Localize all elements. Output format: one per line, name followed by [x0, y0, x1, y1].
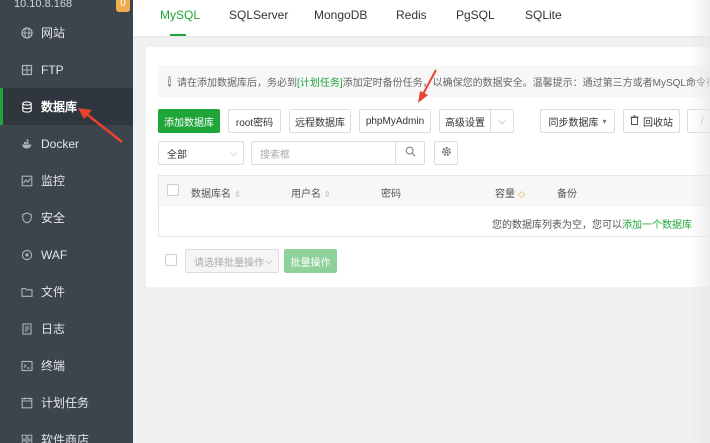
- trash-icon: [630, 114, 639, 128]
- caret-down-icon: ▾: [602, 116, 607, 126]
- database-table: 数据库名 ⇕ 用户名 ⇕ 密码 容量 ◇ 备份 您的数据库列表为空，您可以添加一个数据…: [158, 175, 710, 237]
- gear-icon: [441, 146, 452, 160]
- notification-badge[interactable]: 0: [116, 0, 130, 12]
- folder-icon: [21, 286, 33, 298]
- header-password: 密码: [381, 189, 401, 200]
- annotation-arrow-top: [418, 69, 437, 103]
- advanced-settings-button[interactable]: 高级设置: [439, 109, 491, 133]
- search-button[interactable]: [395, 141, 425, 165]
- sort-icon: ⇕: [324, 190, 331, 199]
- chevron-down-icon: ⌵: [498, 115, 506, 127]
- server-ip: 10.10.8.168: [14, 0, 73, 10]
- ftp-icon: [21, 64, 33, 76]
- notice-text-pre: 请在添加数据库后，务必到: [177, 77, 298, 89]
- sync-database-label: 同步数据库: [548, 117, 599, 129]
- header-capacity-label: 容量: [495, 189, 515, 200]
- remote-database-button[interactable]: 远程数据库: [289, 109, 351, 133]
- header-username[interactable]: 用户名 ⇕: [291, 185, 331, 200]
- sidebar-item-files[interactable]: 文件: [0, 273, 133, 310]
- sidebar-item-website[interactable]: 网站: [0, 14, 133, 51]
- add-database-button[interactable]: 添加数据库: [158, 109, 220, 133]
- recycle-bin-label: 回收站: [643, 117, 673, 129]
- table-header: 数据库名 ⇕ 用户名 ⇕ 密码 容量 ◇ 备份: [159, 176, 710, 206]
- batch-action-button[interactable]: 批量操作: [284, 249, 337, 273]
- annotation-arrow-left: [78, 108, 123, 143]
- tab-redis[interactable]: Redis: [396, 8, 427, 22]
- terminal-icon: [21, 360, 33, 372]
- tab-sqlite[interactable]: SQLite: [525, 8, 562, 22]
- sidebar-item-label: FTP: [41, 62, 64, 77]
- active-tab-indicator: [170, 34, 186, 36]
- sidebar-item-ftp[interactable]: FTP: [0, 51, 133, 88]
- root-password-button[interactable]: root密码: [228, 109, 281, 133]
- monitor-icon: [21, 175, 33, 187]
- batch-select-checkbox[interactable]: [165, 254, 177, 266]
- tab-sqlserver[interactable]: SQLServer: [229, 8, 288, 22]
- add-database-link[interactable]: 添加一个数据库: [622, 220, 692, 231]
- sidebar-item-label: 日志: [41, 322, 66, 336]
- clock-icon: [21, 397, 33, 409]
- waf-icon: [21, 249, 33, 261]
- sidebar-item-waf[interactable]: WAF: [0, 236, 133, 273]
- notice-cron-link[interactable]: [计划任务]: [297, 74, 343, 89]
- category-select-value: 全部: [167, 149, 187, 161]
- recycle-bin-button[interactable]: 回收站: [623, 109, 680, 133]
- category-select[interactable]: 全部 ⌵: [158, 141, 244, 165]
- header-backup: 备份: [557, 189, 577, 200]
- docker-icon: [21, 138, 33, 150]
- column-settings-button[interactable]: [434, 141, 458, 165]
- db-type-tabs: MySQL SQLServer MongoDB Redis PgSQL SQLi…: [133, 0, 710, 37]
- sidebar-item-label: 安全: [41, 211, 66, 225]
- log-icon: [21, 322, 33, 335]
- phpmyadmin-button[interactable]: phpMyAdmin: [359, 109, 431, 133]
- database-icon: [21, 100, 33, 113]
- sync-database-button[interactable]: 同步数据库 ▾: [540, 109, 615, 133]
- notice-text-post: 添加定时备份任务，以确保您的数据安全。温馨提示：通过第三方或者MySQL命令行创…: [342, 77, 710, 89]
- sidebar-item-label: 文件: [41, 285, 66, 299]
- sidebar-item-label: 监控: [41, 174, 66, 188]
- globe-icon: [21, 26, 33, 39]
- sidebar-item-store[interactable]: 软件商店: [0, 421, 133, 443]
- search-input[interactable]: 搜索框: [251, 141, 396, 165]
- shield-icon: [21, 211, 33, 224]
- sidebar-item-label: WAF: [41, 247, 68, 262]
- diamond-icon: ◇: [518, 189, 525, 199]
- header-username-label: 用户名: [291, 189, 321, 200]
- sidebar-item-logs[interactable]: 日志: [0, 310, 133, 347]
- right-edge-shadow: [690, 0, 710, 443]
- tab-mongodb[interactable]: MongoDB: [314, 8, 367, 22]
- empty-text: 您的数据库列表为空，您可以: [492, 220, 622, 231]
- header-capacity: 容量 ◇: [495, 185, 525, 200]
- header-dbname[interactable]: 数据库名 ⇕: [191, 185, 241, 200]
- advanced-dropdown-toggle[interactable]: ⌵: [490, 109, 514, 133]
- tab-mysql[interactable]: MySQL: [160, 8, 200, 22]
- search-icon: [405, 146, 416, 160]
- sidebar-item-cron[interactable]: 计划任务: [0, 384, 133, 421]
- header-dbname-label: 数据库名: [191, 189, 231, 200]
- server-header: 10.10.8.168 0: [0, 0, 133, 14]
- sidebar-item-label: 计划任务: [41, 396, 90, 410]
- sidebar: 10.10.8.168 0 网站 FTP 数据库 Docker 监控 安全 WA…: [0, 0, 133, 443]
- select-all-checkbox[interactable]: [167, 184, 179, 196]
- batch-action-select[interactable]: 请选择批量操作 ⌵: [185, 249, 279, 273]
- sidebar-item-terminal[interactable]: 终端: [0, 347, 133, 384]
- info-icon: i: [168, 75, 172, 87]
- tab-pgsql[interactable]: PgSQL: [456, 8, 495, 22]
- sidebar-item-security[interactable]: 安全: [0, 199, 133, 236]
- batch-action-placeholder: 请选择批量操作: [194, 257, 264, 269]
- empty-state: 您的数据库列表为空，您可以添加一个数据库: [492, 216, 692, 231]
- chevron-down-icon: ⌵: [265, 256, 272, 266]
- sidebar-item-label: 网站: [41, 26, 66, 40]
- store-icon: [21, 434, 33, 443]
- sidebar-item-monitor[interactable]: 监控: [0, 162, 133, 199]
- sort-icon: ⇕: [234, 190, 241, 199]
- sidebar-item-label: 终端: [41, 359, 66, 373]
- sidebar-item-label: 软件商店: [41, 433, 90, 443]
- chevron-down-icon: ⌵: [230, 148, 237, 158]
